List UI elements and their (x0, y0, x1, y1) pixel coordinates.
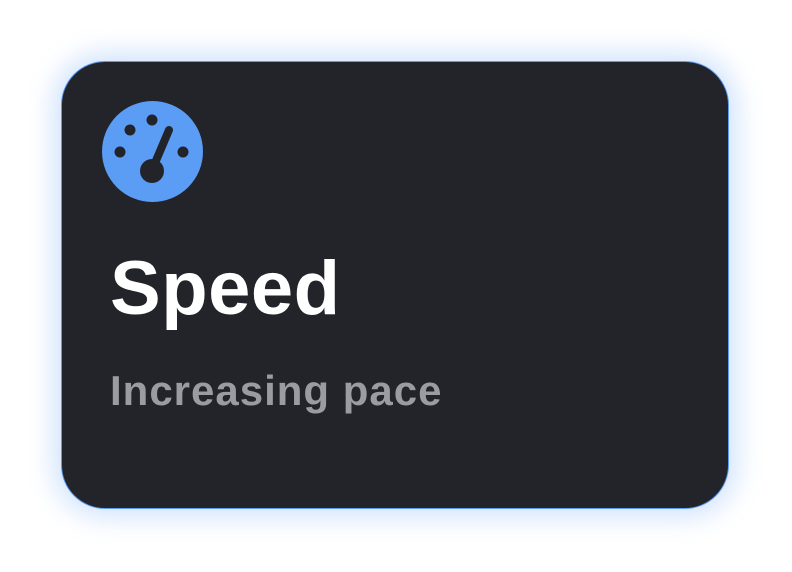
speedometer-icon (102, 101, 203, 202)
card-title: Speed (110, 246, 341, 331)
speed-card[interactable]: Speed Increasing pace (61, 61, 729, 509)
stage: Speed Increasing pace (0, 0, 792, 572)
card-subtitle: Increasing pace (110, 367, 443, 414)
